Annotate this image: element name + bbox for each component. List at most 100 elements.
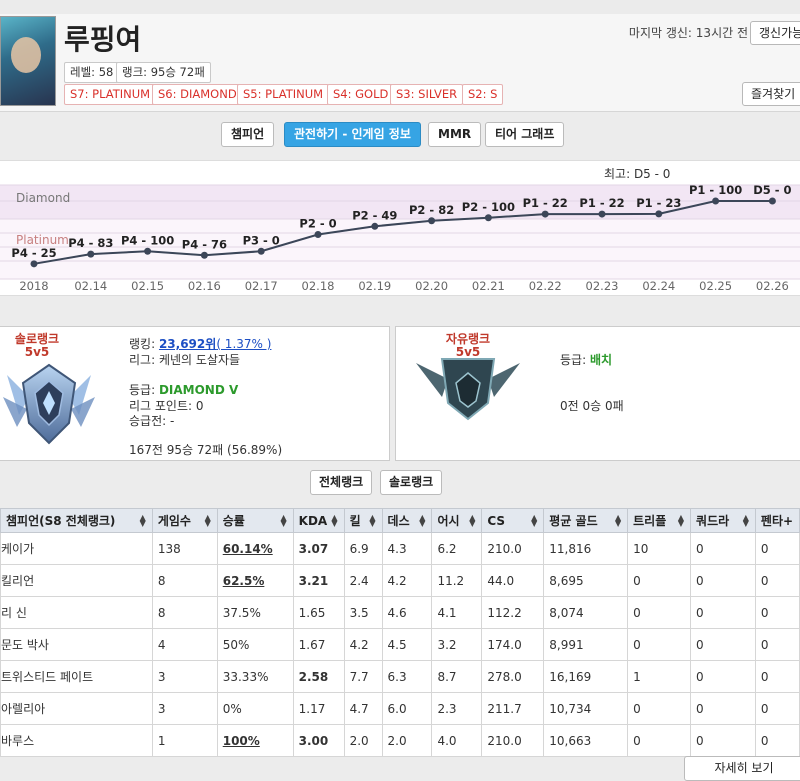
column-header-3[interactable]: KDA ▲ ▼ — [292, 508, 345, 533]
tab-tier-graph[interactable]: 티어 그래프 — [485, 122, 565, 147]
table-cell-챔피언(S8 전체랭크)[interactable]: 바루스 — [0, 724, 153, 757]
favorite-button[interactable]: 즐겨찾기 — [742, 82, 800, 106]
table-cell-쿼드라: 0 — [690, 724, 756, 757]
table-header-row: 챔피언(S8 전체랭크) ▲ ▼ 게임수 ▲ ▼ 승률 ▲ ▼ KDA ▲ ▼ 킬 ▲ ▼ 데스 ▲ ▼ 어시 ▲ ▼ C… — [0, 508, 800, 533]
flex-record: 0전 0승 0패 — [560, 399, 624, 413]
sort-arrows-icon[interactable]: ▲ ▼ — [531, 514, 537, 528]
chart-title: 최고: D5 - 0 — [604, 167, 670, 181]
table-cell-평균 골드: 10,734 — [543, 692, 629, 725]
table-cell-펜타+: 0 — [754, 532, 800, 565]
table-cell-데스: 6.3 — [381, 660, 433, 693]
solo-ranking-link[interactable]: 23,692위 — [159, 337, 216, 351]
table-cell-KDA: 1.17 — [292, 692, 345, 725]
sort-arrows-icon[interactable]: ▲ ▼ — [140, 514, 146, 528]
table-cell-펜타+: 0 — [754, 724, 800, 757]
sort-arrows-icon[interactable]: ▲ ▼ — [678, 514, 684, 528]
table-cell-킬: 2.4 — [343, 564, 383, 597]
table-cell-CS: 278.0 — [481, 660, 545, 693]
table-row[interactable]: 케이가 138 60.14% 3.07 6.9 4.3 6.2 210.0 11,816 10 0 0 — [0, 532, 800, 565]
table-cell-펜타+: 0 — [754, 660, 800, 693]
data-label: P3 - 0 — [243, 233, 280, 247]
table-cell-데스: 6.0 — [381, 692, 433, 725]
table-cell-쿼드라: 0 — [690, 564, 756, 597]
table-cell-게임수: 8 — [151, 596, 218, 629]
sort-arrows-icon[interactable]: ▲ ▼ — [615, 514, 621, 528]
table-cell-CS: 112.2 — [481, 596, 545, 629]
table-row[interactable]: 문도 박사 4 50% 1.67 4.2 4.5 3.2 174.0 8,991 0 0 0 — [0, 628, 800, 661]
solo-league-name: 리그: 케넨의 도살자들 — [129, 353, 241, 367]
data-point — [484, 214, 492, 222]
table-cell-챔피언(S8 전체랭크)[interactable]: 아렐리아 — [0, 692, 153, 725]
solo-tier: 등급: DIAMOND V — [129, 381, 238, 398]
column-header-9[interactable]: 트리플 ▲ ▼ — [627, 508, 692, 533]
table-cell-챔피언(S8 전체랭크)[interactable]: 트위스티드 페이트 — [0, 660, 153, 693]
filter-solo-rank-button[interactable]: 솔로랭크 — [380, 470, 443, 495]
data-label: P4 - 100 — [121, 233, 174, 247]
diamond-emblem-icon — [3, 363, 95, 445]
data-label: P2 - 82 — [409, 203, 454, 217]
table-cell-승률: 50% — [216, 628, 294, 661]
table-cell-승률: 100% — [216, 724, 294, 757]
table-cell-챔피언(S8 전체랭크)[interactable]: 리 신 — [0, 596, 153, 629]
column-header-8[interactable]: 평균 골드 ▲ ▼ — [543, 508, 629, 533]
sort-arrows-icon[interactable]: ▲ ▼ — [419, 514, 425, 528]
x-tick-label: 02.18 — [302, 279, 335, 293]
data-label: P4 - 25 — [11, 246, 56, 260]
x-tick-label: 02.20 — [415, 279, 448, 293]
view-more-button[interactable]: 자세히 보기 — [684, 756, 800, 781]
table-row[interactable]: 트위스티드 페이트 3 33.33% 2.58 7.7 6.3 8.7 278.0 16,169… — [0, 660, 800, 693]
table-cell-챔피언(S8 전체랭크)[interactable]: 케이가 — [0, 532, 153, 565]
x-tick-label: 02.15 — [131, 279, 164, 293]
table-row[interactable]: 아렐리아 3 0% 1.17 4.7 6.0 2.3 211.7 10,734 0 0 0 — [0, 692, 800, 725]
solo-rank-panel: 솔로랭크 5v5 랭킹: 23,692위( 1.37% ) 리그: 케넨의 도살… — [0, 326, 390, 461]
table-cell-승률: 62.5% — [216, 564, 294, 597]
column-header-2[interactable]: 승률 ▲ ▼ — [216, 508, 294, 533]
update-button[interactable]: 갱신가능 — [750, 21, 800, 45]
column-header-1[interactable]: 게임수 ▲ ▼ — [151, 508, 218, 533]
table-cell-CS: 210.0 — [481, 724, 545, 757]
table-row[interactable]: 킬리언 8 62.5% 3.21 2.4 4.2 11.2 44.0 8,695 0 0 0 — [0, 564, 800, 597]
tab-champion[interactable]: 챔피언 — [221, 122, 275, 147]
table-cell-승률: 33.33% — [216, 660, 294, 693]
column-header-4[interactable]: 킬 ▲ ▼ — [343, 508, 383, 533]
header-top-strip — [0, 0, 800, 14]
table-cell-승률: 60.14% — [216, 532, 294, 565]
table-cell-데스: 2.0 — [381, 724, 433, 757]
table-cell-챔피언(S8 전체랭크)[interactable]: 킬리언 — [0, 564, 153, 597]
table-cell-킬: 7.7 — [343, 660, 383, 693]
column-header-label: 펜타+ — [760, 514, 794, 528]
tab-mmr[interactable]: MMR — [428, 122, 482, 147]
table-cell-데스: 4.6 — [381, 596, 433, 629]
table-row[interactable]: 리 신 8 37.5% 1.65 3.5 4.6 4.1 112.2 8,074 0 0 0 — [0, 596, 800, 629]
sort-arrows-icon[interactable]: ▲ ▼ — [331, 514, 337, 528]
column-header-5[interactable]: 데스 ▲ ▼ — [381, 508, 433, 533]
sort-arrows-icon[interactable]: ▲ ▼ — [743, 514, 749, 528]
table-row[interactable]: 바루스 1 100% 3.00 2.0 2.0 4.0 210.0 10,663 0 0 0 — [0, 724, 800, 757]
column-header-label: 킬 — [349, 514, 361, 528]
data-label: P4 - 76 — [182, 237, 227, 251]
sort-arrows-icon[interactable]: ▲ ▼ — [369, 514, 375, 528]
solo-ranking-percent[interactable]: ( 1.37% ) — [216, 337, 271, 351]
table-cell-챔피언(S8 전체랭크)[interactable]: 문도 박사 — [0, 628, 153, 661]
x-tick-label: 2018 — [19, 279, 48, 293]
table-cell-트리플: 0 — [627, 596, 692, 629]
column-header-0[interactable]: 챔피언(S8 전체랭크) ▲ ▼ — [0, 508, 153, 533]
column-header-10[interactable]: 쿼드라 ▲ ▼ — [690, 508, 756, 533]
table-cell-펜타+: 0 — [754, 628, 800, 661]
data-point — [768, 197, 776, 205]
column-header-6[interactable]: 어시 ▲ ▼ — [431, 508, 483, 533]
filter-all-rank-button[interactable]: 전체랭크 — [310, 470, 373, 495]
data-label: P2 - 100 — [462, 200, 515, 214]
summoner-name: 루핑여 — [64, 23, 142, 56]
tab-spectate[interactable]: 관전하기 - 인게임 정보 — [284, 122, 421, 147]
sort-arrows-icon[interactable]: ▲ ▼ — [469, 514, 475, 528]
column-header-7[interactable]: CS ▲ ▼ — [481, 508, 545, 533]
column-header-11[interactable]: 펜타+ — [754, 508, 800, 533]
table-cell-쿼드라: 0 — [690, 660, 756, 693]
sort-arrows-icon[interactable]: ▲ ▼ — [205, 514, 211, 528]
sort-arrows-icon[interactable]: ▲ ▼ — [280, 514, 286, 528]
table-cell-킬: 4.2 — [343, 628, 383, 661]
table-cell-평균 골드: 8,695 — [543, 564, 629, 597]
table-cell-킬: 4.7 — [343, 692, 383, 725]
data-label: P2 - 49 — [352, 208, 397, 222]
